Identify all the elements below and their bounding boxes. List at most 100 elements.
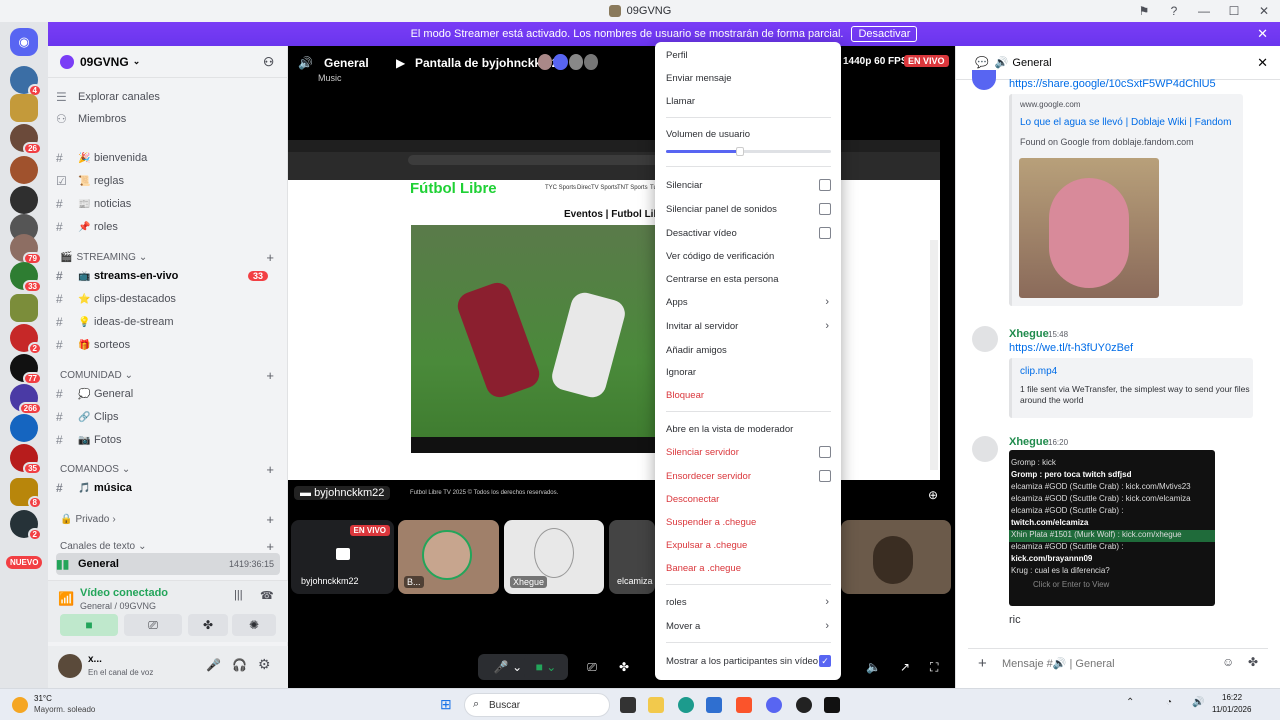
voice-channel-general[interactable]: ▮▮ General 1419:36:15 <box>56 553 280 575</box>
server-icon[interactable] <box>10 94 38 122</box>
apps-icon[interactable]: ✤ <box>1248 655 1258 669</box>
add-channel-icon[interactable]: + <box>266 250 274 265</box>
server-deafen-checkbox[interactable] <box>819 470 831 482</box>
server-header[interactable]: 09GVNG ⌄ ⚇ <box>48 46 288 78</box>
add-attachment-icon[interactable]: + <box>978 655 987 672</box>
server-icon[interactable] <box>10 414 38 442</box>
menu-send-message[interactable]: Enviar mensaje <box>666 67 831 89</box>
menu-disconnect[interactable]: Desconectar <box>666 488 831 510</box>
participant-tile[interactable]: B... <box>398 520 499 594</box>
camera-button[interactable]: ■ <box>60 614 118 636</box>
camera-toggle-icon[interactable]: ■ ⌄ <box>524 654 568 680</box>
channel-ideas-de-stream[interactable]: # 💡 ideas-de-stream <box>56 311 280 333</box>
add-channel-icon[interactable]: + <box>266 512 274 527</box>
server-icon[interactable]: 33 <box>10 262 42 293</box>
embed-image[interactable] <box>1019 158 1159 298</box>
menu-add-friend[interactable]: Añadir amigos <box>666 339 831 361</box>
channel-general[interactable]: # 💭 General <box>56 383 280 405</box>
volume-icon[interactable]: 🔈 <box>866 654 881 680</box>
category-comunidad[interactable]: COMUNIDAD ⌄ + <box>60 367 280 383</box>
activities-button[interactable]: ✤ <box>188 614 228 636</box>
headphones-icon[interactable]: 🎧 <box>232 658 247 672</box>
menu-server-mute[interactable]: Silenciar servidor <box>666 441 831 463</box>
menu-disable-video[interactable]: Desactivar vídeo <box>666 222 831 244</box>
menu-block[interactable]: Bloquear <box>666 384 831 406</box>
settings-gear-icon[interactable]: ⚙ <box>258 656 271 673</box>
taskbar-search[interactable]: ⌕ Buscar <box>464 693 610 717</box>
clock-date[interactable]: 11/01/2026 <box>1212 705 1251 714</box>
share-screen-button[interactable]: ⎚ <box>124 614 182 636</box>
menu-mute[interactable]: Silenciar <box>666 174 831 196</box>
category-private[interactable]: 🔒 Privado › + <box>60 511 280 527</box>
minimize-button[interactable]: — <box>1196 4 1212 18</box>
edge-icon[interactable] <box>678 697 694 713</box>
task-view-icon[interactable] <box>620 697 636 713</box>
disconnect-icon[interactable]: ☎ <box>260 589 274 602</box>
embed-title[interactable]: clip.mp4 <box>1020 366 1057 377</box>
message-author[interactable]: Xhegue <box>1009 436 1049 448</box>
microphone-icon[interactable]: 🎤 <box>206 658 221 672</box>
inbox-icon[interactable]: ⚑ <box>1136 4 1152 18</box>
avatar[interactable] <box>972 326 998 352</box>
add-channel-icon[interactable]: + <box>266 368 274 383</box>
obs-taskbar-icon[interactable] <box>824 697 840 713</box>
store-icon[interactable] <box>706 697 722 713</box>
menu-ignore[interactable]: Ignorar <box>666 361 831 383</box>
menu-mod-view[interactable]: Abre en la vista de moderador <box>666 418 831 440</box>
channel-streams-en-vivo[interactable]: # 📺 streams-en-vivo 33 <box>56 265 280 287</box>
message-link[interactable]: https://share.google/10cSxtF5WP4dChlU5 <box>1009 78 1216 90</box>
close-window-button[interactable]: ✕ <box>1256 4 1272 18</box>
volume-slider-handle[interactable] <box>736 147 745 156</box>
emoji-icon[interactable]: ☺ <box>1222 655 1234 669</box>
maximize-button[interactable]: ☐ <box>1226 4 1242 18</box>
network-icon[interactable]: ◔ <box>1166 697 1172 708</box>
add-channel-icon[interactable]: + <box>266 539 274 554</box>
noise-suppression-icon[interactable]: ||| <box>234 589 243 601</box>
menu-suspend[interactable]: Suspender a .chegue <box>666 511 831 533</box>
server-icon[interactable] <box>10 156 38 184</box>
menu-move[interactable]: Mover a › <box>666 615 831 637</box>
menu-kick[interactable]: Expulsar a .chegue <box>666 534 831 556</box>
popout-icon[interactable]: ↗ <box>900 654 910 680</box>
menu-verify[interactable]: Ver código de verificación <box>666 245 831 267</box>
channel-bienvenida[interactable]: # 🎉 bienvenida <box>56 147 280 169</box>
disable-streamer-button[interactable]: Desactivar <box>851 26 918 42</box>
channel-sorteos[interactable]: # 🎁 sorteos <box>56 334 280 356</box>
server-icon[interactable]: 266 <box>10 384 42 415</box>
menu-apps[interactable]: Apps › <box>666 291 831 313</box>
menu-mute-soundboard[interactable]: Silenciar panel de sonidos <box>666 198 831 220</box>
app-taskbar-icon[interactable] <box>796 697 812 713</box>
channel-roles[interactable]: # 📌 roles <box>56 216 280 238</box>
server-icon[interactable]: 26 <box>10 124 42 155</box>
screen-share-icon[interactable]: ⎚ <box>580 654 604 680</box>
site-scrollbar[interactable] <box>930 240 938 470</box>
zoom-icon[interactable]: ⊕ <box>928 488 938 502</box>
participant-video-tile[interactable] <box>841 520 951 594</box>
avatar[interactable] <box>972 436 998 462</box>
server-icon[interactable]: 8 <box>10 478 42 509</box>
message-input[interactable] <box>1002 655 1212 673</box>
channel-reglas[interactable]: ☑ 📜 reglas <box>56 170 280 192</box>
category-comandos[interactable]: COMANDOS ⌄ + <box>60 461 280 477</box>
close-chat-icon[interactable]: ✕ <box>1257 55 1268 71</box>
category-text[interactable]: Canales de texto ⌄ + <box>60 538 280 554</box>
message-link[interactable]: https://we.tl/t-h3fUY0zBef <box>1009 342 1133 354</box>
menu-invite[interactable]: Invitar al servidor › <box>666 315 831 337</box>
channel-fotos[interactable]: # 📷 Fotos <box>56 429 280 451</box>
channel-musica[interactable]: # 🎵 música <box>56 477 280 499</box>
signal-icon[interactable]: 📶 <box>58 591 74 607</box>
menu-roles[interactable]: roles › <box>666 591 831 613</box>
menu-ban[interactable]: Banear a .chegue <box>666 557 831 579</box>
server-icon[interactable]: 2 <box>10 324 42 355</box>
server-icon[interactable] <box>10 294 38 322</box>
channel-noticias[interactable]: # 📰 noticias <box>56 193 280 215</box>
menu-server-deafen[interactable]: Ensordecer servidor <box>666 465 831 487</box>
server-icon[interactable]: 4 <box>10 66 42 97</box>
menu-show-video[interactable]: Mostrar a los participantes sin vídeo ✓ <box>666 650 831 672</box>
menu-call[interactable]: Llamar <box>666 90 831 112</box>
help-icon[interactable]: ? <box>1166 4 1182 18</box>
show-video-checkbox[interactable]: ✓ <box>819 655 831 667</box>
server-icon[interactable]: 2 <box>10 510 42 541</box>
volume-slider[interactable] <box>666 147 831 156</box>
fullscreen-icon[interactable]: ⛶ <box>930 654 938 680</box>
